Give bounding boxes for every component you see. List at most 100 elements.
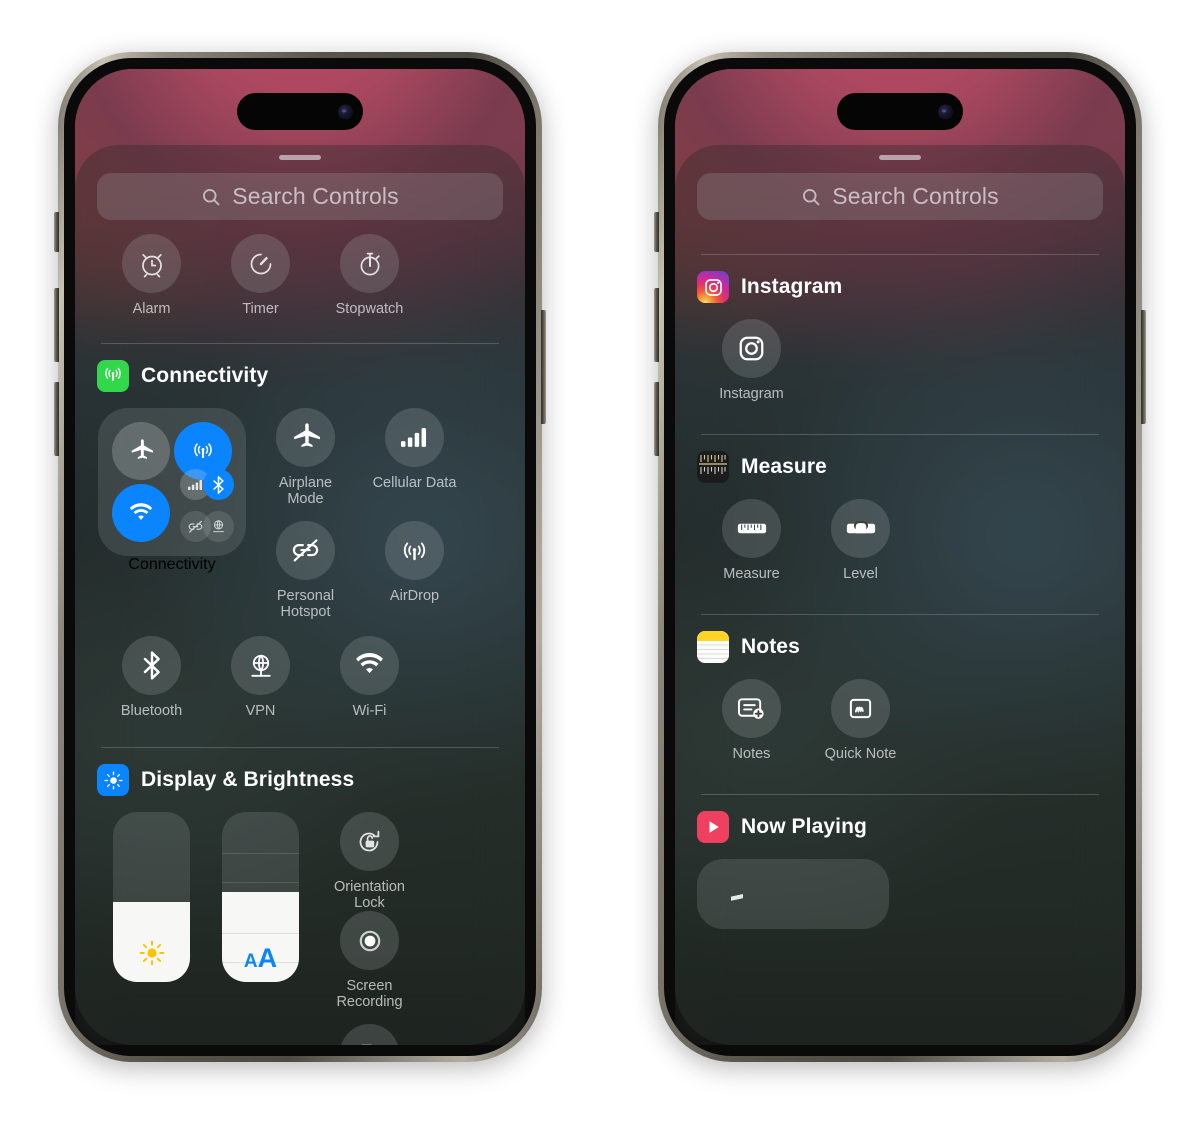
vpn-globe-icon: [231, 636, 290, 695]
hotspot-off-icon: [276, 521, 335, 580]
screen-record-icon: [340, 911, 399, 970]
control-tile-vpn[interactable]: VPN: [206, 636, 315, 719]
control-tile-notes[interactable]: Notes: [697, 679, 806, 762]
control-tile-bluetooth[interactable]: Bluetooth: [97, 636, 206, 719]
control-tile-measure[interactable]: Measure: [697, 499, 806, 582]
volume-down-button[interactable]: [654, 382, 659, 456]
group-title: Instagram: [741, 275, 843, 298]
device-screen: Search Controls: [75, 69, 525, 1045]
section-instagram: Instagram: [697, 319, 1103, 402]
panel-grabber[interactable]: [279, 155, 321, 160]
control-tile-now-playing-partial[interactable]: [697, 859, 889, 929]
connectivity-app-icon: [97, 360, 129, 392]
control-tile-orientation-lock[interactable]: Orientation Lock: [315, 812, 424, 911]
power-button[interactable]: [541, 310, 546, 424]
volume-down-button[interactable]: [54, 382, 59, 456]
control-label: Instagram: [719, 386, 784, 402]
alarm-clock-icon: [122, 234, 181, 293]
stopwatch-icon: [340, 234, 399, 293]
search-icon: [201, 187, 221, 207]
control-tile-cellular-data[interactable]: Cellular Data: [360, 408, 469, 507]
toggle-wifi[interactable]: [112, 484, 170, 542]
dynamic-island[interactable]: [837, 93, 963, 130]
device-screen: Search Controls: [675, 69, 1125, 1045]
connectivity-module[interactable]: Connectivity: [97, 408, 247, 574]
control-tile-stage-manager[interactable]: [315, 1024, 424, 1045]
control-center-body: Alarm Timer Stopwatch Connectivity Conne…: [97, 234, 503, 1045]
brightness-app-icon: [97, 764, 129, 796]
timer-icon: [231, 234, 290, 293]
control-tile-instagram[interactable]: Instagram: [697, 319, 806, 402]
search-icon: [801, 187, 821, 207]
group-title: Measure: [741, 455, 827, 478]
control-tile-level[interactable]: Level: [806, 499, 915, 582]
control-tile-airdrop[interactable]: AirDrop: [360, 521, 469, 620]
control-center-body: Instagram Instagram Measure Measure Leve…: [697, 254, 1103, 929]
control-tile-wifi[interactable]: Wi-Fi: [315, 636, 424, 719]
section-notes: Notes Quick Note: [697, 679, 1103, 762]
section-divider: [701, 614, 1099, 615]
action-button-left[interactable]: [54, 212, 59, 252]
control-tile-personal-hotspot[interactable]: Personal Hotspot: [251, 521, 360, 620]
rotation-lock-icon: [340, 812, 399, 871]
control-label: Personal Hotspot: [276, 588, 335, 620]
panel-grabber[interactable]: [879, 155, 921, 160]
slider-segment-line: [222, 852, 299, 854]
airdrop-icon: [385, 521, 444, 580]
device-bezel: Search Controls: [64, 58, 536, 1056]
sun-icon: [137, 938, 167, 968]
control-label: Bluetooth: [120, 703, 183, 719]
level-icon: [831, 499, 890, 558]
iphone-device-right: Search Controls Instagram Instagram Meas…: [654, 52, 1146, 1062]
section-clock-controls: Alarm Timer Stopwatch: [97, 234, 503, 317]
new-note-icon: [722, 679, 781, 738]
instagram-icon: [722, 319, 781, 378]
section-connectivity: Connectivity Airplane Mode Cellular Data…: [97, 408, 503, 620]
control-tile-stopwatch[interactable]: Stopwatch: [315, 234, 424, 317]
now-playing-app-icon: [697, 811, 729, 843]
dynamic-island[interactable]: [237, 93, 363, 130]
control-tile-screen-recording[interactable]: Screen Recording: [315, 911, 424, 1010]
control-tile-airplane-mode[interactable]: Airplane Mode: [251, 408, 360, 507]
control-tile-alarm[interactable]: Alarm: [97, 234, 206, 317]
quick-note-icon: [831, 679, 890, 738]
control-label: Orientation Lock: [334, 879, 405, 911]
toggle-bluetooth[interactable]: [203, 469, 234, 500]
cellular-bars-icon: [385, 408, 444, 467]
control-label: Quick Note: [824, 746, 897, 762]
group-title: Now Playing: [741, 815, 867, 838]
device-bezel: Search Controls: [664, 58, 1136, 1056]
group-header-now-playing: Now Playing: [697, 811, 1103, 843]
front-camera-icon: [338, 104, 353, 119]
wifi-icon: [340, 636, 399, 695]
group-header-instagram: Instagram: [697, 271, 1103, 303]
control-label: Timer: [242, 301, 279, 317]
control-label: AirDrop: [389, 588, 440, 604]
control-center-panel: Search Controls: [675, 145, 1125, 1045]
group-header-display-brightness: Display & Brightness: [97, 764, 503, 796]
action-button-left[interactable]: [654, 212, 659, 252]
ruler-icon: [722, 499, 781, 558]
volume-up-button[interactable]: [654, 288, 659, 362]
control-tile-quick-note[interactable]: Quick Note: [806, 679, 915, 762]
text-size-slider[interactable]: AA: [222, 812, 299, 982]
volume-up-button[interactable]: [54, 288, 59, 362]
text-size-small-a: A: [243, 951, 258, 972]
control-label: Screen Recording: [336, 978, 403, 1010]
brightness-slider[interactable]: [113, 812, 190, 982]
control-label: Airplane Mode: [278, 475, 333, 507]
section-divider: [701, 434, 1099, 435]
search-input[interactable]: Search Controls: [697, 173, 1103, 220]
control-tile-timer[interactable]: Timer: [206, 234, 315, 317]
connectivity-group-box: [98, 408, 246, 556]
toggle-vpn[interactable]: [203, 511, 234, 542]
control-center-panel: Search Controls: [75, 145, 525, 1045]
group-header-measure: Measure: [697, 451, 1103, 483]
search-input[interactable]: Search Controls: [97, 173, 503, 220]
group-title: Notes: [741, 635, 800, 658]
power-button[interactable]: [1141, 310, 1146, 424]
search-placeholder: Search Controls: [232, 183, 399, 209]
group-header-notes: Notes: [697, 631, 1103, 663]
text-size-large-a: A: [257, 943, 278, 973]
toggle-airplane-mode[interactable]: [112, 422, 170, 480]
